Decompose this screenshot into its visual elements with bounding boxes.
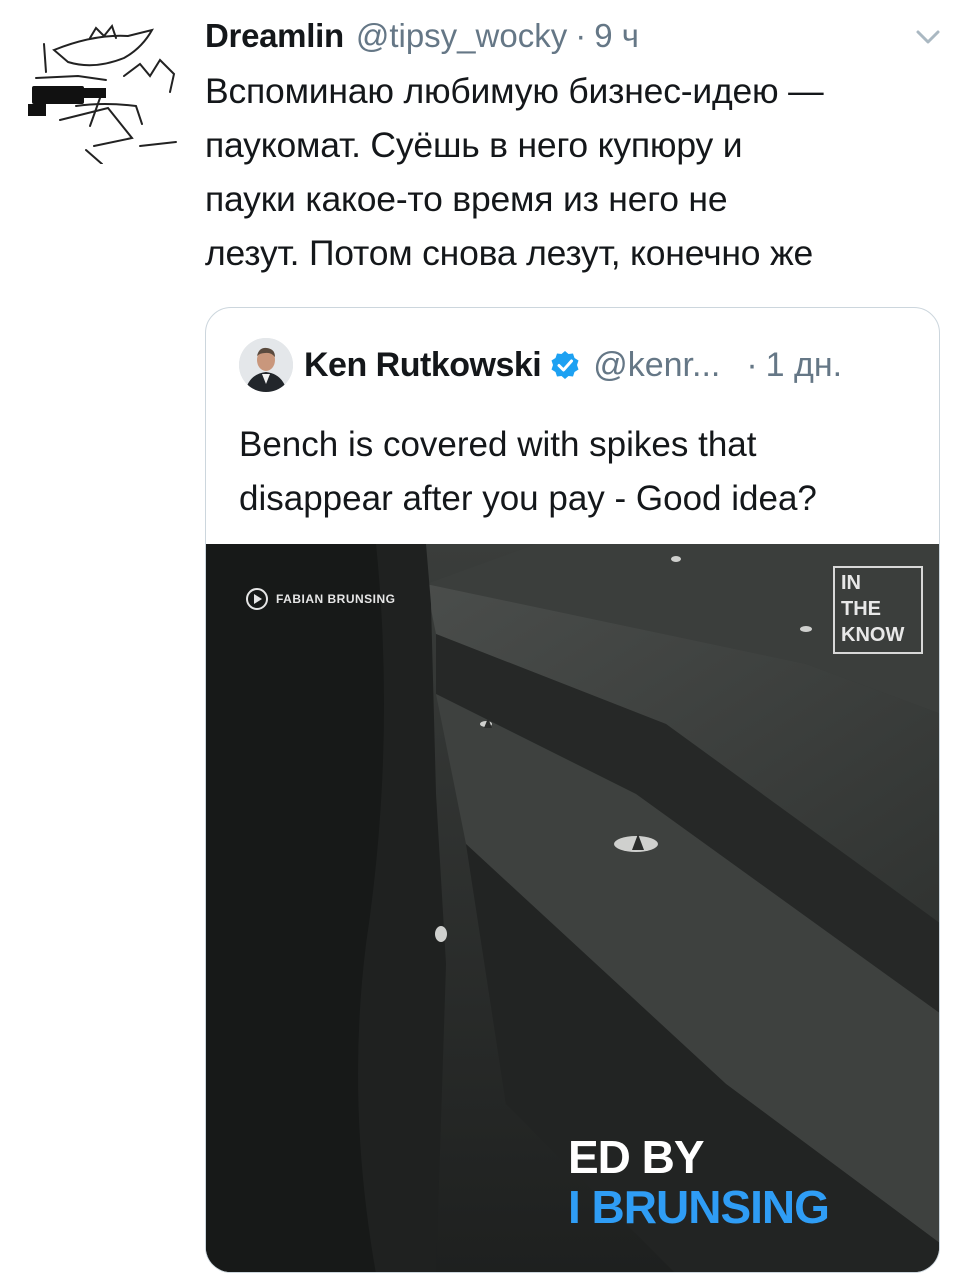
quoted-tweet-card[interactable]: Ken Rutkowski @kenr... · 1 дн. Bench is … bbox=[205, 307, 940, 1273]
quoted-text-line: disappear after you pay - Good idea? bbox=[239, 479, 817, 518]
quoted-author-handle[interactable]: @kenr... bbox=[593, 346, 720, 385]
tweet-text: Вспоминаю любимую бизнес-идею — паукомат… bbox=[205, 64, 945, 280]
caption-line: I BRUNSING bbox=[568, 1181, 830, 1233]
tweet-text-line: пауки какое-то время из него не bbox=[205, 179, 728, 219]
credit-text: FABIAN BRUNSING bbox=[276, 592, 396, 606]
quoted-text-line: Bench is covered with spikes that bbox=[239, 425, 757, 464]
watermark-line: IN bbox=[841, 572, 861, 594]
quoted-tweet-timestamp[interactable]: 1 дн. bbox=[766, 346, 842, 385]
author-avatar[interactable] bbox=[24, 14, 184, 165]
author-name[interactable]: Dreamlin bbox=[205, 17, 344, 55]
tweet-text-line: лезут. Потом снова лезут, конечно же bbox=[205, 233, 814, 273]
video-media[interactable]: FABIAN BRUNSING IN THE KNOW ED BY I BRUN… bbox=[206, 544, 939, 1272]
sketch-avatar-image bbox=[28, 23, 177, 165]
in-the-know-watermark: IN THE KNOW bbox=[833, 566, 923, 654]
watermark-line: THE bbox=[841, 598, 881, 620]
video-caption: ED BY I BRUNSING bbox=[568, 1131, 830, 1233]
watermark-line: KNOW bbox=[841, 624, 905, 646]
tweet-header: Dreamlin @tipsy_wocky · 9 ч bbox=[205, 12, 639, 60]
quoted-tweet-header: Ken Rutkowski @kenr... · 1 дн. bbox=[304, 338, 842, 392]
quoted-author-name[interactable]: Ken Rutkowski bbox=[304, 346, 542, 385]
play-circle-icon bbox=[246, 588, 268, 610]
tweet-timestamp[interactable]: 9 ч bbox=[594, 17, 639, 55]
separator-dot: · bbox=[575, 17, 587, 54]
tweet-text-line: Вспоминаю любимую бизнес-идею — bbox=[205, 71, 824, 111]
separator-dot: · bbox=[746, 345, 758, 384]
quoted-author-avatar[interactable] bbox=[239, 338, 293, 392]
verified-badge-icon bbox=[551, 351, 579, 379]
chevron-down-icon[interactable] bbox=[912, 26, 944, 48]
quoted-tweet-text: Bench is covered with spikes that disapp… bbox=[239, 418, 919, 526]
tweet-text-line: паукомат. Суёшь в него купюру и bbox=[205, 125, 743, 165]
author-handle[interactable]: @tipsy_wocky bbox=[356, 17, 567, 55]
video-credit: FABIAN BRUNSING bbox=[246, 588, 396, 610]
caption-line: ED BY bbox=[568, 1131, 705, 1183]
